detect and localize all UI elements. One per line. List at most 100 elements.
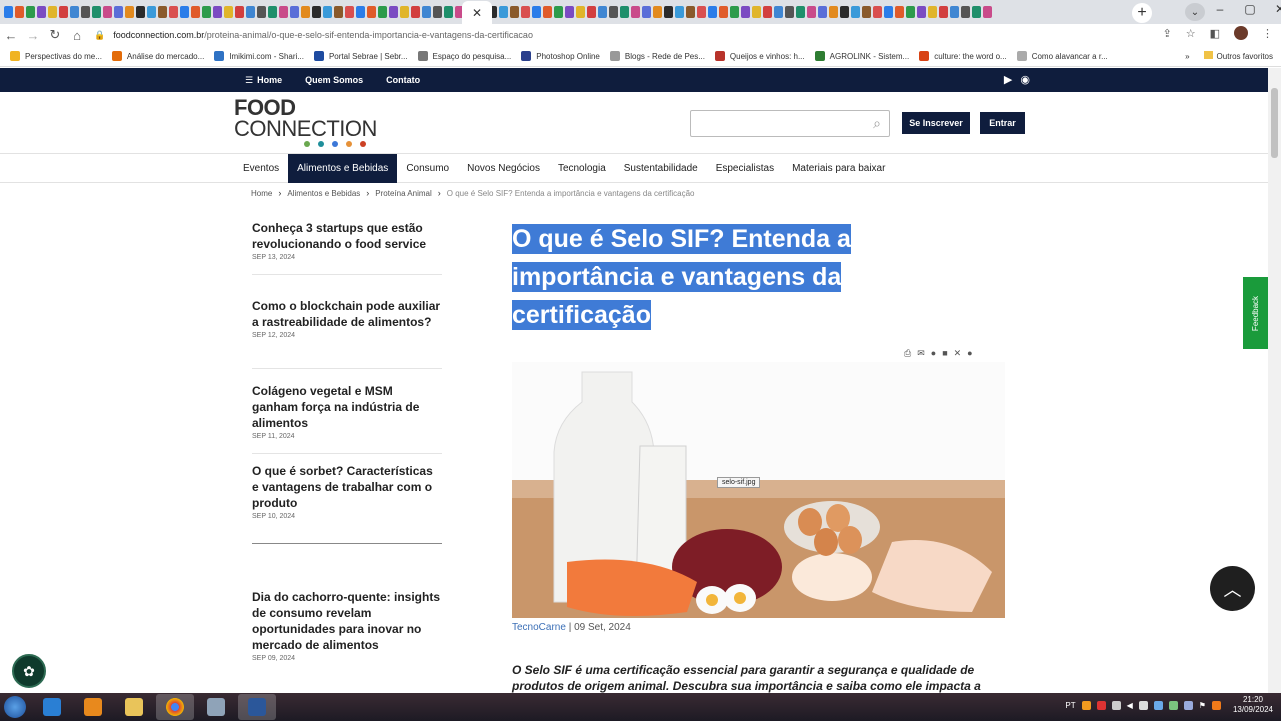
tab-favicon-icon[interactable] [158, 6, 167, 18]
pinned-tabs[interactable] [0, 6, 1126, 18]
profile-avatar[interactable] [1234, 26, 1248, 40]
tab-favicon-icon[interactable] [708, 6, 717, 18]
tab-favicon-icon[interactable] [433, 6, 442, 18]
tab-favicon-icon[interactable] [972, 6, 981, 18]
tab-favicon-icon[interactable] [895, 6, 904, 18]
lock-icon[interactable]: 🔒 [94, 30, 105, 41]
tab-favicon-icon[interactable] [576, 6, 585, 18]
cookie-settings-button[interactable]: ✿ [12, 654, 46, 688]
bookmark-item[interactable]: Photoshop Online [521, 51, 600, 61]
search-input[interactable]: ⌕ [690, 110, 890, 137]
topnav-quem-somos[interactable]: Quem Somos [305, 75, 363, 85]
scrollbar-thumb[interactable] [1271, 88, 1278, 158]
start-button[interactable] [0, 693, 30, 721]
bookmark-star-icon[interactable]: ☆ [1186, 27, 1196, 40]
tab-favicon-icon[interactable] [444, 6, 453, 18]
tray-app-icon[interactable] [1168, 700, 1178, 710]
tab-favicon-icon[interactable] [906, 6, 915, 18]
x-icon[interactable]: ✕ [954, 348, 962, 359]
login-button[interactable]: Entrar [980, 112, 1025, 134]
email-icon[interactable]: ✉ [917, 348, 925, 359]
tab-favicon-icon[interactable] [367, 6, 376, 18]
tab-favicon-icon[interactable] [26, 6, 35, 18]
tab-favicon-icon[interactable] [884, 6, 893, 18]
tab-favicon-icon[interactable] [224, 6, 233, 18]
share-icon[interactable]: ⇪ [1163, 27, 1172, 40]
tab-favicon-icon[interactable] [103, 6, 112, 18]
tab-favicon-icon[interactable] [620, 6, 629, 18]
topnav-contato[interactable]: Contato [386, 75, 420, 85]
tray-app-icon[interactable] [1183, 700, 1193, 710]
tab-favicon-icon[interactable] [92, 6, 101, 18]
tab-favicon-icon[interactable] [939, 6, 948, 18]
bookmark-item[interactable]: Perspectivas do me... [10, 51, 102, 61]
back-button[interactable]: ← [0, 28, 22, 43]
subscribe-button[interactable]: Se Inscrever [902, 112, 970, 134]
bookmark-item[interactable]: AGROLINK - Sistem... [814, 51, 909, 61]
bookmark-item[interactable]: Espaço do pesquisa... [417, 51, 511, 61]
tab-favicon-icon[interactable] [961, 6, 970, 18]
tab-favicon-icon[interactable] [290, 6, 299, 18]
tab-favicon-icon[interactable] [246, 6, 255, 18]
sidebar-article-title[interactable]: Conheça 3 startups que estão revoluciona… [252, 220, 442, 252]
tab-favicon-icon[interactable] [268, 6, 277, 18]
tab-favicon-icon[interactable] [719, 6, 728, 18]
crumb-category[interactable]: Alimentos e Bebidas [287, 189, 360, 198]
bookmarks-more-button[interactable]: » [1185, 52, 1189, 61]
tray-app-icon[interactable] [1081, 700, 1091, 710]
tab-search-button[interactable]: ⌄ [1185, 3, 1205, 21]
tab-favicon-icon[interactable] [312, 6, 321, 18]
tab-favicon-icon[interactable] [37, 6, 46, 18]
taskbar-internet-explorer[interactable] [33, 694, 71, 720]
clock[interactable]: 21:20 13/09/2024 [1233, 695, 1273, 715]
tab-favicon-icon[interactable] [752, 6, 761, 18]
tab-favicon-icon[interactable] [609, 6, 618, 18]
crumb-home[interactable]: Home [251, 189, 272, 198]
category-tab[interactable]: Especialistas [707, 154, 783, 183]
search-icon[interactable]: ⌕ [873, 115, 881, 132]
tab-favicon-icon[interactable] [213, 6, 222, 18]
facebook-icon[interactable]: ● [931, 348, 936, 359]
tab-favicon-icon[interactable] [180, 6, 189, 18]
taskbar-explorer[interactable] [115, 694, 153, 720]
tray-app-icon[interactable] [1211, 700, 1221, 710]
tab-favicon-icon[interactable] [301, 6, 310, 18]
tab-favicon-icon[interactable] [686, 6, 695, 18]
tab-favicon-icon[interactable] [334, 6, 343, 18]
bookmark-item[interactable]: Imikimi.com - Shari... [214, 51, 304, 61]
taskbar-chrome[interactable] [156, 694, 194, 720]
tab-favicon-icon[interactable] [136, 6, 145, 18]
sidebar-article-title[interactable]: Dia do cachorro-quente: insights de cons… [252, 589, 442, 653]
article-source[interactable]: TecnoCarne [512, 622, 566, 633]
tab-favicon-icon[interactable] [235, 6, 244, 18]
tab-favicon-icon[interactable] [345, 6, 354, 18]
tab-favicon-icon[interactable] [653, 6, 662, 18]
article-image[interactable]: selo-sif.jpg [512, 362, 1005, 618]
bookmark-item[interactable]: Queijos e vinhos: h... [714, 51, 805, 61]
tab-favicon-icon[interactable] [598, 6, 607, 18]
forward-button[interactable]: → [22, 28, 44, 43]
tab-favicon-icon[interactable] [807, 6, 816, 18]
tab-favicon-icon[interactable] [664, 6, 673, 18]
bookmark-item[interactable]: Portal Sebrae | Sebr... [313, 51, 408, 61]
home-button[interactable]: ⌂ [66, 28, 88, 43]
tab-favicon-icon[interactable] [840, 6, 849, 18]
bookmark-item[interactable]: Blogs - Rede de Pes... [609, 51, 705, 61]
window-close-button[interactable]: ✕ [1272, 2, 1281, 16]
tab-favicon-icon[interactable] [928, 6, 937, 18]
tab-favicon-icon[interactable] [114, 6, 123, 18]
tab-favicon-icon[interactable] [697, 6, 706, 18]
category-tab[interactable]: Sustentabilidade [615, 154, 707, 183]
tab-favicon-icon[interactable] [422, 6, 431, 18]
sidebar-article-title[interactable]: Colágeno vegetal e MSM ganham força na i… [252, 383, 442, 431]
tab-favicon-icon[interactable] [818, 6, 827, 18]
other-bookmarks[interactable]: Outros favoritos [1203, 51, 1273, 61]
new-tab-button[interactable]: + [1132, 3, 1152, 23]
tab-favicon-icon[interactable] [279, 6, 288, 18]
tab-favicon-icon[interactable] [532, 6, 541, 18]
tab-favicon-icon[interactable] [521, 6, 530, 18]
tab-favicon-icon[interactable] [48, 6, 57, 18]
tab-favicon-icon[interactable] [950, 6, 959, 18]
tab-favicon-icon[interactable] [81, 6, 90, 18]
category-tab[interactable]: Novos Negócios [458, 154, 549, 183]
